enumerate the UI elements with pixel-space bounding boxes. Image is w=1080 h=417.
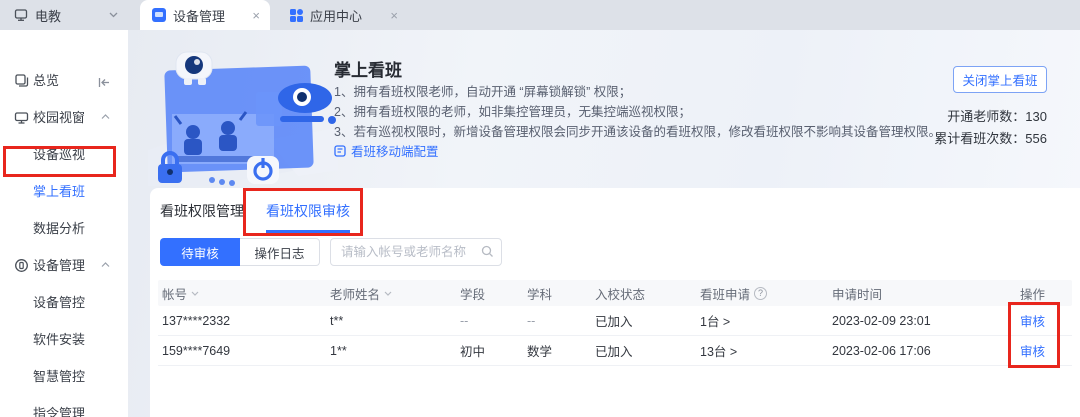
collapse-sidebar-icon[interactable] — [97, 77, 110, 88]
cell-subject: 数学 — [523, 341, 591, 360]
device-management-icon — [14, 258, 29, 273]
close-icon[interactable]: × — [252, 9, 260, 22]
page-title: 掌上看班 — [334, 56, 402, 81]
banner-line-3: 3、若有巡视权限时，新增设备管理权限会同步开通该设备的看班权限，修改看班权限不影… — [334, 122, 941, 142]
sidebar-item-watch-class[interactable]: 掌上看班 — [0, 180, 128, 204]
teacher-count-stat: 开通老师数：130 — [934, 106, 1047, 128]
search-box — [330, 238, 502, 266]
sidebar-item-label: 智慧管控 — [33, 365, 85, 389]
sidebar-item-label: 指令管理 — [33, 402, 85, 417]
col-teacher-name: 老师姓名 — [330, 284, 380, 303]
campus-view-icon — [14, 110, 29, 125]
device-app-icon — [152, 8, 166, 22]
col-actions: 操作 — [1020, 284, 1045, 303]
col-watch-request: 看班申请 — [700, 284, 750, 303]
sidebar-item-label: 软件安装 — [33, 328, 85, 352]
cell-status: 已加入 — [591, 311, 696, 330]
topbar: 电教 设备管理 × 应用中心 × — [0, 0, 1080, 30]
overview-icon — [14, 73, 29, 88]
app-root: 电教 设备管理 × 应用中心 × — [0, 0, 1080, 417]
col-subject: 学科 — [527, 284, 552, 303]
sidebar-group-device-management[interactable]: 设备管理 — [0, 254, 128, 278]
search-input[interactable] — [330, 238, 502, 266]
cell-stage: 初中 — [456, 341, 523, 360]
sidebar-item-device-control[interactable]: 设备管控 — [0, 291, 128, 315]
cell-request[interactable]: 1台 > — [696, 311, 828, 330]
cell-status: 已加入 — [591, 341, 696, 360]
permission-tabs: 看班权限管理 看班权限审核 — [150, 188, 1080, 233]
sidebar-item-label: 设备管控 — [33, 291, 85, 315]
cell-stage: -- — [456, 314, 523, 328]
col-stage: 学段 — [460, 284, 485, 303]
table-header-row: 帐号 老师姓名 学段 学科 入校状态 看班申请 ? 申请时间 操作 — [158, 280, 1072, 306]
sidebar-item-software-install[interactable]: 软件安装 — [0, 328, 128, 352]
content-panel: 看班权限管理 看班权限审核 待审核 操作日志 帐号 老师姓名 学段 学科 — [150, 188, 1080, 417]
close-icon[interactable]: × — [390, 9, 398, 22]
pending-review-button[interactable]: 待审核 — [160, 238, 240, 266]
sidebar-item-overview[interactable]: 总览 — [0, 69, 128, 93]
tab-device-management[interactable]: 设备管理 × — [140, 0, 270, 30]
help-icon[interactable]: ? — [754, 287, 767, 300]
tab-app-center[interactable]: 应用中心 × — [278, 0, 408, 30]
sidebar-item-label: 掌上看班 — [33, 180, 85, 204]
cell-request[interactable]: 13台 > — [696, 341, 828, 360]
cell-teacher: t** — [326, 314, 456, 328]
sidebar-item-label: 设备管理 — [33, 254, 85, 278]
sidebar-item-data-analysis[interactable]: 数据分析 — [0, 217, 128, 241]
workspace-switcher[interactable]: 电教 — [0, 0, 128, 30]
review-table: 帐号 老师姓名 学段 学科 入校状态 看班申请 ? 申请时间 操作 137***… — [158, 280, 1072, 366]
table-row: 159****7649 1** 初中 数学 已加入 13台 > 2023-02-… — [158, 336, 1072, 366]
chevron-up-icon — [101, 262, 110, 268]
close-watch-class-button[interactable]: 关闭掌上看班 — [953, 66, 1047, 93]
col-account: 帐号 — [162, 284, 187, 303]
operation-log-button[interactable]: 操作日志 — [240, 238, 320, 266]
table-row: 137****2332 t** -- -- 已加入 1台 > 2023-02-0… — [158, 306, 1072, 336]
sidebar-group-campus-view[interactable]: 校园视窗 — [0, 106, 128, 130]
watch-times-stat: 累计看班次数：556 — [934, 128, 1047, 150]
workspace-label: 电教 — [35, 6, 109, 25]
sidebar: 总览 校园视窗 设备巡视 掌上看班 数据分析 — [0, 30, 128, 417]
cell-subject: -- — [523, 314, 591, 328]
banner-line-1: 1、拥有看班权限老师，自动开通 “屏幕锁解锁” 权限； — [334, 82, 941, 102]
mobile-config-link[interactable]: 看班移动端配置 — [334, 141, 439, 160]
sidebar-item-smart-control[interactable]: 智慧管控 — [0, 365, 128, 389]
review-link[interactable]: 审核 — [1020, 311, 1045, 330]
review-link[interactable]: 审核 — [1020, 341, 1045, 360]
sidebar-item-label: 设备巡视 — [33, 143, 85, 167]
col-join-status: 入校状态 — [595, 284, 645, 303]
chevron-down-icon — [109, 12, 118, 18]
banner-line-2: 2、拥有看班权限的老师，如非集控管理员，无集控端巡视权限； — [334, 102, 941, 122]
tab-watch-permission-review[interactable]: 看班权限审核 — [266, 201, 350, 233]
banner-description: 1、拥有看班权限老师，自动开通 “屏幕锁解锁” 权限； 2、拥有看班权限的老师，… — [334, 82, 941, 142]
watch-class-illustration — [148, 40, 338, 186]
app-grid-icon — [290, 9, 303, 22]
cell-account: 137****2332 — [158, 314, 326, 328]
sidebar-item-command-management[interactable]: 指令管理 — [0, 402, 128, 417]
sort-icon[interactable] — [384, 291, 392, 296]
filter-controls: 待审核 操作日志 — [160, 238, 502, 266]
cell-time: 2023-02-09 23:01 — [828, 314, 1016, 328]
config-icon — [334, 145, 346, 157]
sidebar-item-label: 数据分析 — [33, 217, 85, 241]
cell-account: 159****7649 — [158, 344, 326, 358]
search-icon — [481, 245, 494, 258]
cell-time: 2023-02-06 17:06 — [828, 344, 1016, 358]
col-apply-time: 申请时间 — [832, 284, 882, 303]
sort-icon[interactable] — [191, 291, 199, 296]
monitor-icon — [14, 8, 28, 22]
banner-stats: 开通老师数：130 累计看班次数：556 — [934, 106, 1047, 150]
sidebar-item-device-patrol[interactable]: 设备巡视 — [0, 143, 128, 167]
tab-label: 应用中心 — [310, 6, 362, 25]
tab-watch-permission-management[interactable]: 看班权限管理 — [160, 201, 244, 233]
chevron-up-icon — [101, 114, 110, 120]
mobile-config-label: 看班移动端配置 — [351, 141, 439, 160]
sidebar-item-label: 校园视窗 — [33, 106, 85, 130]
sidebar-item-label: 总览 — [33, 69, 59, 93]
cell-teacher: 1** — [326, 344, 456, 358]
tab-label: 设备管理 — [173, 6, 225, 25]
